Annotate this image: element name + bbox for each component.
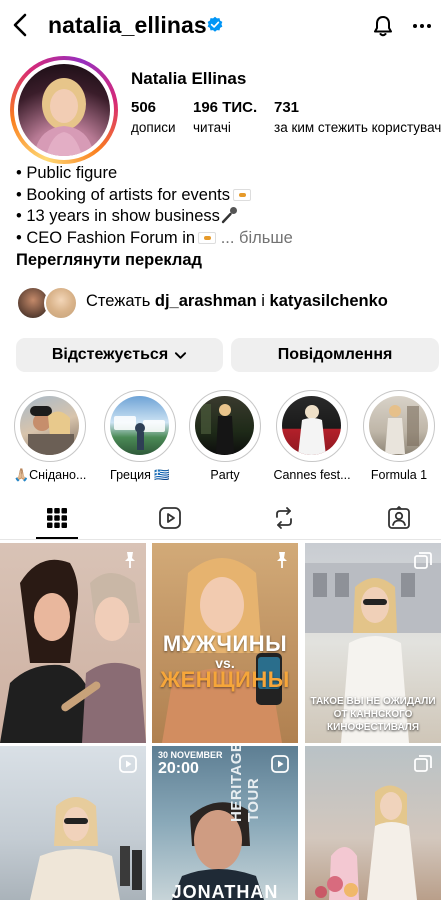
- profile-full-name: Natalia Ellinas: [131, 69, 247, 88]
- highlight-label: Formula 1: [370, 468, 428, 482]
- mutual-followers-avatars[interactable]: [16, 286, 80, 320]
- highlight-cover: [282, 396, 341, 455]
- following-button[interactable]: Відстежується: [16, 338, 223, 372]
- active-tab-indicator: [36, 537, 78, 539]
- cyprus-flag-icon: [232, 188, 251, 201]
- pin-icon: [277, 552, 287, 568]
- highlight-cover: [195, 396, 254, 455]
- message-button-label: Повідомлення: [277, 346, 393, 363]
- profile-avatar-story-ring[interactable]: [10, 56, 118, 164]
- highlight-item[interactable]: Cannes fest...: [273, 390, 351, 482]
- highlight-label: Party: [210, 468, 240, 482]
- carousel-icon: [414, 552, 432, 569]
- stat-followers-label: читачі: [193, 120, 231, 135]
- post-caption-overlay: ТАКОЕ ВЫ НЕ ОЖИДАЛИ ОТ КАННСКОГО КИНОФЕС…: [310, 696, 436, 733]
- chevron-down-icon: [175, 351, 187, 359]
- message-button[interactable]: Повідомлення: [231, 338, 439, 372]
- bio-line: • Public figure: [16, 164, 118, 182]
- highlight-label: 🙏🏼Снідано...: [13, 468, 87, 482]
- carousel-icon: [414, 755, 432, 772]
- post-date-overlay: 30 NOVEMBER: [158, 750, 223, 760]
- highlight-label: Греция 🇬🇷: [110, 468, 170, 482]
- stat-following[interactable]: 731 за ким стежить користувач: [274, 99, 441, 135]
- microphone-icon: [221, 207, 237, 224]
- cyprus-flag-icon: [198, 231, 217, 244]
- stat-followers-count: 196 ТИС.: [193, 99, 258, 116]
- more-options-icon[interactable]: [412, 16, 432, 36]
- profile-avatar: [18, 64, 110, 156]
- followed-by-text[interactable]: Стежать dj_arashman і katyasilchenko: [86, 292, 388, 311]
- stat-following-label: за ким стежить користувач: [274, 120, 441, 135]
- highlight-item[interactable]: Греция 🇬🇷: [104, 390, 176, 483]
- bio-more-link[interactable]: ... більше: [221, 229, 293, 247]
- top-bar: natalia_ellinas: [0, 0, 441, 52]
- post-side-overlay: HERITAGE DASSIN TOUR: [228, 746, 262, 822]
- highlight-cover: [20, 396, 79, 455]
- post-thumbnail[interactable]: ТАКОЕ ВЫ НЕ ОЖИДАЛИ ОТ КАННСКОГО КИНОФЕС…: [305, 543, 441, 743]
- highlight-label: Cannes fest...: [273, 468, 351, 482]
- profile-username: natalia_ellinas: [48, 12, 207, 38]
- highlight-cover: [369, 396, 428, 455]
- post-thumbnail[interactable]: [0, 543, 146, 743]
- post-thumbnail[interactable]: [305, 746, 441, 900]
- stat-posts[interactable]: 506 дописи: [131, 99, 176, 135]
- reels-icon: [271, 755, 289, 773]
- post-thumbnail[interactable]: [0, 746, 146, 900]
- grid-icon[interactable]: [45, 506, 69, 530]
- highlight-item[interactable]: Formula 1: [363, 390, 435, 482]
- pin-icon: [125, 552, 135, 568]
- avatar: [44, 286, 78, 320]
- post-overlay-text: ЖЕНЩИНЫ: [160, 667, 290, 692]
- highlight-item[interactable]: Party: [189, 390, 261, 482]
- highlight-cover: [110, 396, 169, 455]
- posts-grid: МУЖЧИНЫ vs. ЖЕНЩИНЫ ТАКОЕ ВЫ НЕ ОЖИДАЛИ …: [0, 543, 441, 900]
- tagged-icon[interactable]: [387, 506, 411, 530]
- post-time-overlay: 20:00: [158, 760, 199, 777]
- following-button-label: Відстежується: [51, 346, 169, 363]
- post-overlay-text: МУЖЧИНЫ: [162, 631, 288, 656]
- profile-tabs: [0, 496, 441, 540]
- mutual-follower-name: dj_arashman: [154, 292, 257, 310]
- see-translation-link[interactable]: Переглянути переклад: [16, 251, 202, 270]
- post-thumbnail[interactable]: 30 NOVEMBER 20:00 HERITAGE DASSIN TOUR J…: [152, 746, 298, 900]
- verified-badge-icon: [207, 16, 223, 32]
- stat-posts-label: дописи: [131, 120, 176, 135]
- reels-icon: [119, 755, 137, 773]
- bio-line: • Booking of artists for events: [16, 185, 293, 207]
- reels-icon[interactable]: [158, 506, 182, 530]
- mutual-follower-name: katyasilchenko: [269, 292, 388, 310]
- highlight-item[interactable]: 🙏🏼Снідано...: [14, 390, 86, 483]
- notifications-bell-icon[interactable]: [371, 14, 395, 38]
- stat-posts-count: 506: [131, 99, 157, 116]
- reposts-icon[interactable]: [272, 506, 296, 530]
- profile-bio: • Public figure • Booking of artists for…: [16, 163, 293, 249]
- bio-line: • 13 years in show business: [16, 206, 293, 228]
- post-thumbnail[interactable]: МУЖЧИНЫ vs. ЖЕНЩИНЫ: [152, 543, 298, 743]
- post-name-overlay: JONATHAN: [171, 882, 279, 900]
- stat-followers[interactable]: 196 ТИС. читачі: [193, 99, 257, 135]
- bio-line: • CEO Fashion Forum in ... більше: [16, 228, 293, 247]
- stat-following-count: 731: [274, 99, 300, 116]
- back-arrow-icon[interactable]: [10, 12, 32, 38]
